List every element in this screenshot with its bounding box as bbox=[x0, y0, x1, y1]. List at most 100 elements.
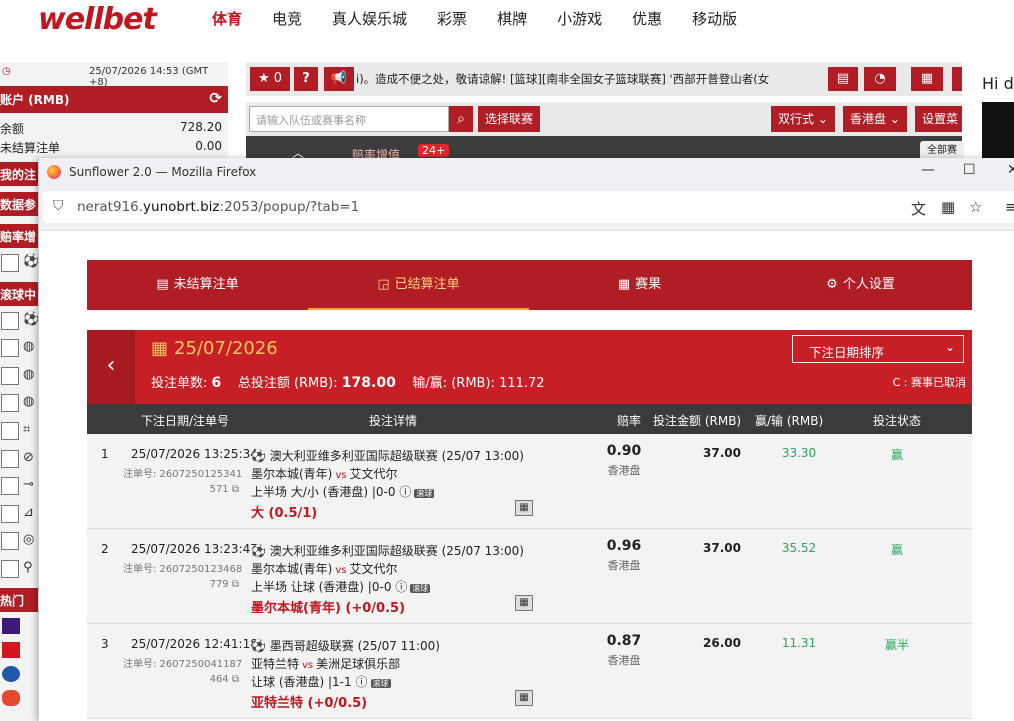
tab-results[interactable]: ▦ 赛果 bbox=[529, 260, 750, 310]
badminton-icon: ⊿ bbox=[23, 505, 34, 520]
esports-icon: ⌗ bbox=[23, 422, 31, 437]
qr-code-icon[interactable]: ▦ bbox=[941, 198, 955, 216]
cancel-note: C : 赛事已取消 bbox=[892, 376, 966, 389]
tab-unsettled[interactable]: ▤ 未结算注单 bbox=[87, 260, 308, 310]
basketball-icon: ◍ bbox=[23, 367, 35, 382]
sidebar-section-hot[interactable]: 热门 bbox=[0, 588, 40, 612]
table-tennis-icon: ⊸ bbox=[23, 477, 34, 492]
sport-checkbox[interactable] bbox=[1, 254, 19, 272]
help-icon[interactable]: ? bbox=[294, 67, 318, 91]
chevron-down-icon: ⌄ bbox=[944, 340, 955, 354]
info-icon[interactable]: ⓘ bbox=[355, 675, 367, 689]
clock-icon: ◷ bbox=[2, 66, 11, 77]
selected-date[interactable]: ▦ 25/07/2026 bbox=[151, 338, 278, 359]
unsettled-label[interactable]: 未结算注单 bbox=[0, 141, 60, 155]
search-input[interactable]: 请输入队伍或赛事名称 bbox=[249, 106, 449, 132]
sport-checkbox[interactable] bbox=[1, 312, 19, 330]
settled-icon: ◲ bbox=[377, 277, 390, 292]
balance-value: 728.20 bbox=[180, 120, 222, 134]
scoreboard-icon[interactable]: ▦ bbox=[515, 595, 533, 611]
settings-menu-button[interactable]: 设置菜 bbox=[915, 106, 962, 132]
sport-checkbox[interactable] bbox=[1, 367, 19, 385]
scoreboard-icon[interactable]: ▦ bbox=[515, 690, 533, 706]
sport-checkbox[interactable] bbox=[1, 422, 19, 440]
tab-settings[interactable]: ⚙ 个人设置 bbox=[750, 260, 971, 310]
bet-odds: 0.90 bbox=[606, 443, 642, 459]
favorites-button[interactable]: ★ 0 bbox=[250, 67, 290, 91]
url-bar[interactable]: ⛉ nerat916.yunobrt.biz:2053/popup/?tab=1… bbox=[43, 191, 1014, 223]
ticket-number: 注单号: 2607250041187 bbox=[123, 659, 243, 670]
tab-settled[interactable]: ◲ 已结算注单 bbox=[308, 260, 529, 310]
close-icon[interactable]: ✕ bbox=[1007, 162, 1014, 178]
nav-lottery[interactable]: 彩票 bbox=[437, 8, 467, 29]
col-winloss: 赢/输 (RMB) bbox=[755, 414, 824, 428]
sport-checkbox[interactable] bbox=[1, 477, 19, 495]
total-stake: 178.00 bbox=[341, 375, 396, 391]
sport-checkbox[interactable] bbox=[1, 394, 19, 412]
site-info-icon[interactable]: ⛉ bbox=[53, 198, 64, 214]
sport-checkbox[interactable] bbox=[1, 532, 19, 550]
filter-toolbar: 请输入队伍或赛事名称 ⌕ 选择联赛 双行式 ⌄ 香港盘 ⌄ 设置菜 bbox=[246, 102, 962, 136]
nav-cards[interactable]: 棋牌 bbox=[497, 8, 527, 29]
copy-ticket[interactable]: 779 ⧉ bbox=[127, 579, 239, 590]
bet-summary: 投注单数: 6 总投注额 (RMB): 178.00 输/赢: (RMB): 1… bbox=[151, 375, 545, 391]
soccer-icon: ⚽ bbox=[251, 449, 266, 463]
announcement-icon[interactable]: 📢 bbox=[324, 67, 354, 91]
copy-icon[interactable]: ⧉ bbox=[232, 484, 239, 495]
market-type-select[interactable]: 香港盘 ⌄ bbox=[843, 106, 907, 132]
copy-icon[interactable]: ⧉ bbox=[232, 674, 239, 685]
bookmark-star-icon[interactable]: ☆ bbox=[969, 198, 982, 216]
unsettled-row: 未结算注单 0.00 bbox=[0, 139, 228, 156]
table-row: 1 25/07/2026 13:25:34 注单号: 2607250125341… bbox=[87, 434, 972, 529]
sidebar-section-live[interactable]: 滚球中 bbox=[0, 282, 40, 306]
sport-checkbox[interactable] bbox=[1, 560, 19, 578]
sidebar-section-stats[interactable]: 数据参 bbox=[0, 192, 40, 216]
nav-live-casino[interactable]: 真人娱乐城 bbox=[332, 8, 407, 29]
ticket-number: 注单号: 2607250123468 bbox=[123, 564, 243, 575]
prev-date-button[interactable]: ‹ bbox=[87, 330, 135, 404]
col-date-ticket: 下注日期/注单号 bbox=[141, 414, 230, 428]
settled-bets-icon[interactable]: ◔ bbox=[864, 67, 896, 91]
odds-boost-strip: ︿ 赔率增值 24+ bbox=[246, 136, 962, 162]
scoreboard-icon[interactable]: ▦ bbox=[515, 500, 533, 516]
table-row: 2 25/07/2026 13:23:47 注单号: 2607250123468… bbox=[87, 529, 972, 624]
betslip-icon[interactable]: ▤ bbox=[828, 67, 858, 91]
sport-checkbox[interactable] bbox=[1, 339, 19, 357]
tennis-icon: ⊘ bbox=[23, 450, 34, 465]
nav-promotions[interactable]: 优惠 bbox=[632, 8, 662, 29]
minimize-icon[interactable]: — bbox=[921, 162, 935, 178]
account-title: 账户 (RMB) bbox=[0, 93, 70, 107]
right-panel: Hi d bbox=[972, 62, 1014, 172]
copy-ticket[interactable]: 571 ⧉ bbox=[127, 484, 239, 495]
soccer-icon: ⚽ bbox=[23, 312, 40, 327]
scoreboard-icon: ▦ bbox=[617, 277, 631, 292]
bet-stake: 26.00 bbox=[703, 636, 741, 650]
info-icon[interactable]: ⓘ bbox=[399, 485, 411, 499]
sort-select[interactable]: 下注日期排序 ⌄ bbox=[792, 335, 964, 363]
copy-ticket[interactable]: 464 ⧉ bbox=[127, 674, 239, 685]
copy-icon[interactable]: ⧉ bbox=[232, 579, 239, 590]
maximize-icon[interactable]: ☐ bbox=[963, 162, 976, 178]
odds-format-select[interactable]: 双行式 ⌄ bbox=[771, 106, 835, 132]
info-icon[interactable]: ⓘ bbox=[395, 580, 407, 594]
announcement-marquee: i)。造成不便之处，敬请谅解! [篮球][南非全国女子篮球联赛] '西部开普登山… bbox=[356, 72, 770, 86]
sport-checkbox[interactable] bbox=[1, 505, 19, 523]
sidebar-section-mybets[interactable]: 我的注 bbox=[0, 162, 40, 186]
sport-checkbox[interactable] bbox=[1, 450, 19, 468]
nav-minigames[interactable]: 小游戏 bbox=[557, 8, 602, 29]
market-info: 让球 (香港盘) |1-1 ⓘ 滚球 bbox=[251, 675, 391, 689]
translate-icon[interactable]: 文 bbox=[911, 198, 926, 219]
nav-sports[interactable]: 体育 bbox=[212, 8, 242, 29]
all-events-button[interactable]: 全部赛 bbox=[920, 141, 964, 159]
refresh-icon[interactable]: ⟳ bbox=[209, 89, 222, 107]
nav-esports[interactable]: 电竞 bbox=[272, 8, 302, 29]
more-icon[interactable] bbox=[952, 67, 962, 91]
wellbet-logo[interactable]: wellbet bbox=[38, 2, 157, 37]
search-icon[interactable]: ⌕ bbox=[449, 106, 473, 132]
menu-icon[interactable]: ≡ bbox=[1005, 198, 1014, 216]
nav-mobile[interactable]: 移动版 bbox=[692, 8, 737, 29]
bet-history-tabs: ▤ 未结算注单 ◲ 已结算注单 ▦ 赛果 ⚙ 个人设置 bbox=[87, 260, 972, 310]
results-icon[interactable]: ▦ bbox=[911, 67, 943, 91]
sidebar-section-oddsboost[interactable]: 赔率增 bbox=[0, 224, 40, 248]
select-league-button[interactable]: 选择联赛 bbox=[478, 106, 541, 132]
